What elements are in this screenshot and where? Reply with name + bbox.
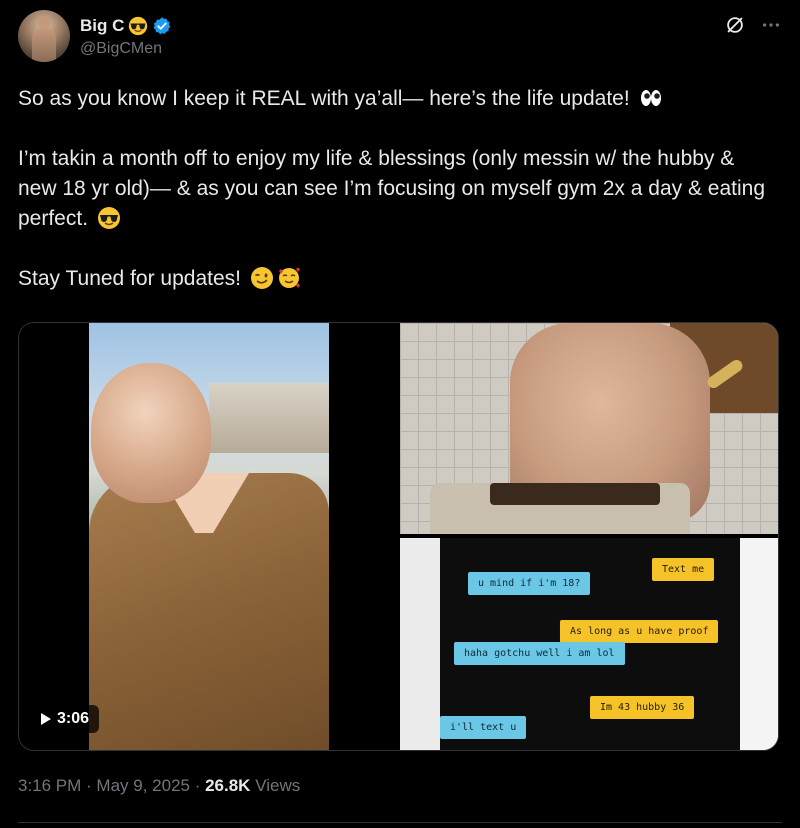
play-icon [41,713,51,725]
chat-message: Text me [652,558,715,581]
photo-gym-selfie[interactable] [400,323,778,534]
tweet-line-2: I’m takin a month off to enjoy my life &… [18,144,778,234]
video-player[interactable]: 3:06 [19,323,396,750]
verified-badge-icon [154,17,171,35]
author-handle[interactable]: @BigCMen [80,40,162,58]
display-name[interactable]: Big C [80,16,124,36]
tweet-line-1-text: So as you know I keep it REAL with ya’al… [18,87,630,110]
chat-message: As long as u have proof [560,620,719,643]
sunglasses-emoji-icon [129,16,148,36]
winking-face-emoji-icon [250,267,273,289]
tweet-meta: 3:16 PM · May 9, 2025 · 26.8K Views [18,776,300,796]
chat-screen: Text me u mind if i'm 18? As long as u h… [440,538,740,750]
video-thumbnail[interactable] [89,323,329,750]
tweet-text: So as you know I keep it REAL with ya’al… [18,84,778,294]
sunglasses-emoji-icon [97,207,120,229]
chat-message: i'll text u [440,716,527,739]
views-count[interactable]: 26.8K [205,776,250,795]
tweet-actions-top [724,14,782,36]
author-name-row[interactable]: Big C [80,16,172,36]
tweet-line-3: Stay Tuned for updates! [18,264,778,294]
divider [18,822,782,823]
video-duration: 3:06 [57,710,90,727]
meta-separator: · [81,776,97,795]
tweet-header: Big C @BigCMen [18,10,782,64]
meta-separator: · [189,776,206,795]
tweet-line-3-text: Stay Tuned for updates! [18,267,241,290]
grok-icon[interactable] [724,14,746,36]
tweet-date[interactable]: May 9, 2025 [96,776,190,795]
smiling-face-with-hearts-emoji-icon [278,267,300,288]
chat-message: Im 43 hubby 36 [590,696,695,719]
chat-message: u mind if i'm 18? [468,572,591,595]
tweet-time[interactable]: 3:16 PM [18,776,81,795]
views-label: Views [250,776,301,795]
tweet-line-1: So as you know I keep it REAL with ya’al… [18,84,778,114]
photo-chat-screenshot[interactable]: Text me u mind if i'm 18? As long as u h… [400,538,778,750]
eyes-emoji-icon [640,90,661,106]
tweet-line-2-text: I’m takin a month off to enjoy my life &… [18,147,766,230]
chat-message: haha gotchu well i am lol [454,642,625,665]
media-grid: 3:06 Text me u mind if i'm 18? As long a… [18,322,779,751]
play-button[interactable]: 3:06 [31,705,100,733]
avatar[interactable] [18,10,70,62]
more-dots-icon[interactable] [760,14,782,36]
